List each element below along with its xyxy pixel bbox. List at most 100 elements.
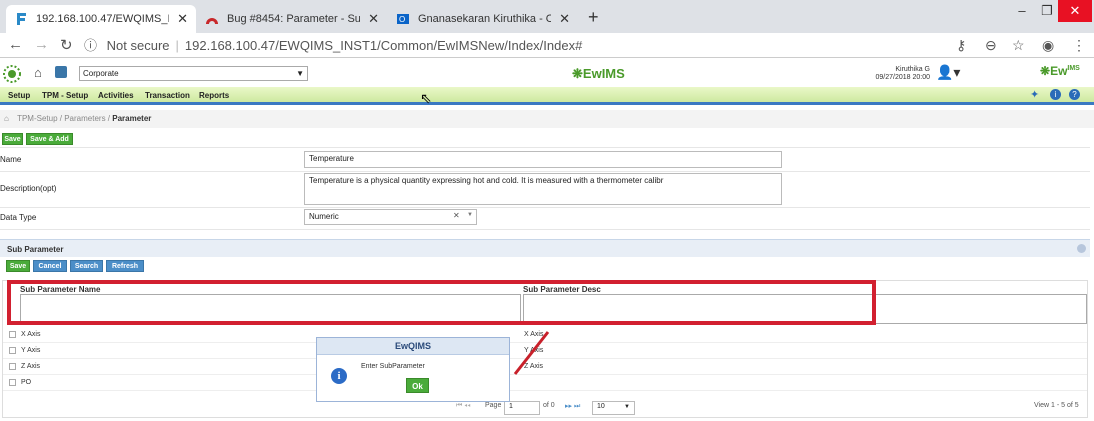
tab-label: 192.168.100.47/EWQIMS_INST1/ xyxy=(36,13,169,25)
close-window-button[interactable]: ✕ xyxy=(1058,0,1092,22)
pager-first-prev-icon[interactable]: ⏮ ◂◂ xyxy=(456,402,471,410)
browser-tab-bar: 192.168.100.47/EWQIMS_INST1/ ✕ Bug #8454… xyxy=(0,0,1094,33)
profile-icon[interactable]: ◉ xyxy=(1042,37,1054,54)
browser-tab-bug[interactable]: Bug #8454: Parameter - Sub Para ✕ xyxy=(197,5,387,33)
sub-parameter-panel: Sub Parameter xyxy=(0,239,1090,257)
pin-icon[interactable]: ✦ xyxy=(1030,88,1039,101)
omnibox[interactable]: ⓘ Not secure | 192.168.100.47/EWQIMS_INST1… xyxy=(84,35,582,54)
row-checkbox[interactable] xyxy=(9,379,16,386)
security-label: Not secure xyxy=(106,38,170,53)
pager-size-select[interactable]: 10 ▼ xyxy=(592,401,635,415)
new-tab-button[interactable]: + xyxy=(588,7,599,28)
tab-label: Gnanasekaran Kiruthika - Outloo xyxy=(418,13,552,25)
refresh-app-icon[interactable] xyxy=(55,66,67,78)
tab-label: Bug #8454: Parameter - Sub Para xyxy=(227,13,361,25)
reload-icon[interactable]: ↻ xyxy=(60,36,73,54)
user-datetime: 09/27/2018 20:00 xyxy=(875,74,931,81)
name-label: Name xyxy=(0,155,22,164)
brand-right-sup: IMS xyxy=(1067,65,1080,72)
ok-button[interactable]: Ok xyxy=(406,378,429,393)
key-icon[interactable]: ⚷ xyxy=(956,37,966,54)
brand-center: ❋EwIMS xyxy=(572,66,625,81)
user-avatar-icon[interactable]: 👤▾ xyxy=(936,64,960,81)
back-arrow-icon[interactable]: ← xyxy=(8,36,23,53)
divider xyxy=(0,229,1090,230)
alert-dialog: EwQIMS i Enter SubParameter Ok xyxy=(316,337,510,402)
dialog-message: Enter SubParameter xyxy=(361,363,425,370)
browser-tab-outlook[interactable]: O Gnanasekaran Kiruthika - Outloo ✕ xyxy=(388,5,578,33)
sub-parameter-title: Sub Parameter xyxy=(7,245,64,254)
pager-page-input[interactable]: 1 xyxy=(504,401,540,415)
browser-tab-ewqims[interactable]: 192.168.100.47/EWQIMS_INST1/ ✕ xyxy=(6,5,196,33)
org-select[interactable]: Corporate ▼ xyxy=(79,66,308,81)
chevron-down-icon[interactable]: ▼ xyxy=(467,212,473,218)
user-info: Kiruthika G 09/27/2018 20:00 xyxy=(860,66,931,82)
divider xyxy=(0,171,1090,172)
bookmark-star-icon[interactable]: ☆ xyxy=(1012,37,1025,54)
redmine-favicon-icon xyxy=(205,12,219,26)
chevron-down-icon: ▼ xyxy=(624,404,630,410)
info-icon: i xyxy=(331,368,347,384)
data-type-label: Data Type xyxy=(0,213,37,222)
minimize-button[interactable]: – xyxy=(1008,0,1036,22)
menu-dots-icon[interactable]: ⋮ xyxy=(1072,37,1086,54)
cell-name: PO xyxy=(21,379,32,386)
description-textarea[interactable]: Temperature is a physical quantity expre… xyxy=(304,173,782,205)
collapse-icon[interactable] xyxy=(1077,244,1086,253)
url-text: 192.168.100.47/EWQIMS_INST1/Common/EwIMS… xyxy=(184,38,583,53)
user-name: Kiruthika G xyxy=(895,66,930,73)
svg-text:O: O xyxy=(399,15,405,24)
app-logo-icon xyxy=(2,64,22,89)
home-icon[interactable]: ⌂ xyxy=(34,65,42,80)
home-icon[interactable]: ⌂ xyxy=(4,114,9,123)
close-tab-icon[interactable]: ✕ xyxy=(177,11,188,27)
breadcrumb-item[interactable]: Parameters xyxy=(64,114,105,123)
row-checkbox[interactable] xyxy=(9,347,16,354)
pager-page-label: Page xyxy=(485,402,502,409)
data-type-value: Numeric xyxy=(309,212,339,221)
pager-of-label: of 0 xyxy=(543,402,555,409)
main-menu: Setup TPM - Setup Activities Transaction… xyxy=(0,87,1094,105)
menu-setup[interactable]: Setup xyxy=(8,91,30,100)
zoom-icon[interactable]: ⊖ xyxy=(985,37,997,54)
help-icon[interactable]: ? xyxy=(1069,89,1080,100)
cell-name: Y Axis xyxy=(21,347,41,354)
ewqims-favicon-icon xyxy=(14,12,28,26)
brand-right: ❋EwIMS xyxy=(1040,64,1080,78)
address-bar: ← → ↻ ⓘ Not secure | 192.168.100.47/EWQIMS… xyxy=(0,33,1094,58)
pager-next-last-icon[interactable]: ▸▸ ⏭ xyxy=(565,402,580,411)
sub-search-button[interactable]: Search xyxy=(70,260,103,272)
sub-refresh-button[interactable]: Refresh xyxy=(106,260,144,272)
breadcrumb-current: Parameter xyxy=(112,114,152,123)
save-add-button[interactable]: Save & Add xyxy=(26,133,73,145)
sub-save-button[interactable]: Save xyxy=(6,260,30,272)
menu-transaction[interactable]: Transaction xyxy=(145,91,190,100)
close-tab-icon[interactable]: ✕ xyxy=(559,11,570,27)
sub-cancel-button[interactable]: Cancel xyxy=(33,260,67,272)
breadcrumb-item[interactable]: TPM-Setup xyxy=(17,114,57,123)
org-select-value: Corporate xyxy=(83,69,119,78)
row-checkbox[interactable] xyxy=(9,331,16,338)
pager-size-value: 10 xyxy=(597,403,605,410)
outlook-favicon-icon: O xyxy=(396,12,410,26)
divider xyxy=(0,147,1090,148)
brand-center-text: EwIMS xyxy=(582,66,625,81)
restore-button[interactable]: ❐ xyxy=(1036,0,1058,22)
row-checkbox[interactable] xyxy=(9,363,16,370)
info-circle-icon[interactable]: i xyxy=(1050,89,1061,100)
table-row[interactable]: PO xyxy=(3,375,1087,391)
divider xyxy=(0,207,1090,208)
save-button[interactable]: Save xyxy=(2,133,23,145)
menu-reports[interactable]: Reports xyxy=(199,91,229,100)
menu-activities[interactable]: Activities xyxy=(98,91,134,100)
info-icon[interactable]: ⓘ xyxy=(84,38,97,53)
close-tab-icon[interactable]: ✕ xyxy=(368,11,379,27)
menu-tpm-setup[interactable]: TPM - Setup xyxy=(42,91,88,100)
data-type-select[interactable]: Numeric ✕ ▼ xyxy=(304,209,477,225)
cell-name: Z Axis xyxy=(21,363,41,370)
forward-arrow-icon[interactable]: → xyxy=(34,36,49,53)
cell-name: X Axis xyxy=(21,331,41,338)
clear-icon[interactable]: ✕ xyxy=(453,211,460,220)
dialog-title: EwQIMS xyxy=(317,338,509,355)
name-input[interactable]: Temperature xyxy=(304,151,782,168)
